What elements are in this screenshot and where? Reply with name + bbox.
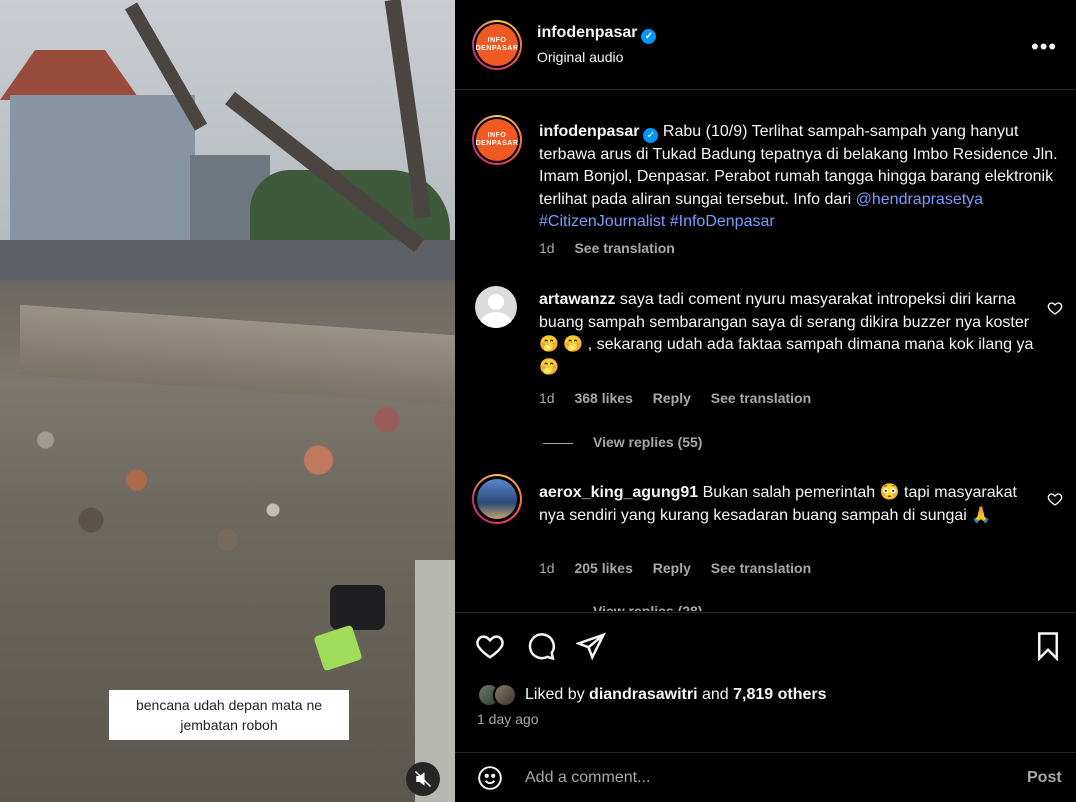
overlay-line-2: jembatan roboh — [180, 717, 278, 733]
comment-icon[interactable] — [526, 631, 556, 661]
comment-username[interactable]: aerox_king_agung91 — [539, 484, 698, 501]
comment-input[interactable] — [525, 767, 1005, 789]
see-translation-link[interactable]: See translation — [711, 390, 811, 406]
logo-text-bottom: DENPASAR — [475, 140, 519, 147]
video-debris — [0, 380, 455, 580]
emoji-icon[interactable] — [477, 765, 503, 791]
liked-by-user[interactable]: diandrasawitri — [589, 686, 697, 703]
logo-text-bottom: DENPASAR — [475, 45, 519, 52]
infodenpasar-logo: INFO DENPASAR — [476, 24, 518, 66]
logo-text-top: INFO — [487, 37, 507, 44]
speaker-muted-icon — [414, 770, 432, 788]
video-text-overlay: bencana udah depan mata ne jembatan robo… — [109, 690, 349, 740]
author-username-row: infodenpasar ✓ — [537, 24, 657, 44]
liked-by-and: and — [697, 686, 734, 703]
view-replies-button[interactable]: View replies (55) — [543, 434, 702, 450]
comment-body: aerox_king_agung91 Bukan salah pemerinta… — [539, 482, 1039, 527]
author-username[interactable]: infodenpasar — [537, 24, 637, 41]
post-header: INFO DENPASAR infodenpasar ✓ Original aud… — [455, 0, 1076, 90]
liker-avatar[interactable] — [493, 683, 517, 707]
post-time[interactable]: 1 day ago — [477, 711, 539, 727]
comment-meta: 1d 205 likes Reply See translation — [539, 560, 827, 576]
caption-time: 1d — [539, 240, 555, 256]
liked-by-prefix: Liked by — [525, 686, 590, 703]
view-replies-label: View replies (55) — [593, 434, 703, 450]
post-caption: infodenpasar ✓ Rabu (10/9) Terlihat sampa… — [539, 121, 1059, 234]
video-floating-bag — [330, 585, 385, 630]
verified-badge-icon: ✓ — [641, 29, 657, 44]
post-button[interactable]: Post — [1027, 769, 1062, 787]
liked-by-text: Liked by diandrasawitri and 7,819 others — [525, 686, 827, 704]
hashtag-link[interactable]: #CitizenJournalist — [539, 213, 665, 230]
heart-icon[interactable] — [475, 631, 505, 661]
post-panel: INFO DENPASAR infodenpasar ✓ Original aud… — [455, 0, 1076, 802]
share-icon[interactable] — [576, 631, 606, 661]
comment-likes[interactable]: 368 likes — [574, 390, 632, 406]
infodenpasar-logo: INFO DENPASAR — [476, 119, 518, 161]
more-options-icon[interactable]: ••• — [1031, 34, 1057, 60]
video-building — [10, 95, 195, 245]
see-translation-link[interactable]: See translation — [574, 240, 674, 256]
comment-meta: 1d 368 likes Reply See translation — [539, 390, 827, 406]
commenter-avatar[interactable] — [475, 286, 517, 328]
comment-body: artawanzz saya tadi coment nyuru masyara… — [539, 289, 1039, 379]
logo-text-top: INFO — [487, 132, 507, 139]
comment-likes[interactable]: 205 likes — [574, 560, 632, 576]
verified-badge-icon: ✓ — [643, 128, 659, 143]
comment-like-icon[interactable] — [1047, 300, 1063, 316]
hashtag-link[interactable]: #InfoDenpasar — [670, 213, 775, 230]
reply-button[interactable]: Reply — [653, 390, 691, 406]
comment-time: 1d — [539, 560, 555, 576]
post-actions: Liked by diandrasawitri and 7,819 others… — [455, 612, 1076, 752]
liked-by-others[interactable]: 7,819 others — [733, 686, 826, 703]
caption-author-avatar[interactable]: INFO DENPASAR — [472, 115, 522, 165]
author-avatar[interactable]: INFO DENPASAR — [472, 20, 522, 70]
overlay-line-1: bencana udah depan mata ne — [135, 697, 323, 713]
bookmark-icon[interactable] — [1033, 631, 1063, 661]
mention-link[interactable]: @hendraprasetya — [856, 191, 983, 208]
mute-button[interactable] — [406, 762, 440, 796]
liked-by-row: Liked by diandrasawitri and 7,819 others — [477, 683, 827, 707]
view-replies-button[interactable]: View replies (28) — [543, 603, 702, 611]
comment-like-icon[interactable] — [1047, 491, 1063, 507]
replies-line — [543, 442, 573, 444]
comment-username[interactable]: artawanzz — [539, 291, 615, 308]
view-replies-label: View replies (28) — [593, 603, 703, 611]
commenter-avatar[interactable] — [472, 474, 522, 524]
caption-meta: 1d See translation — [539, 240, 691, 256]
reply-button[interactable]: Reply — [653, 560, 691, 576]
reel-video[interactable]: bencana udah depan mata ne jembatan robo… — [0, 0, 455, 802]
original-audio-link[interactable]: Original audio — [537, 49, 623, 65]
comments-section[interactable]: INFO DENPASAR infodenpasar ✓ Rabu (10/9) … — [455, 91, 1076, 611]
caption-username[interactable]: infodenpasar — [539, 123, 639, 140]
see-translation-link[interactable]: See translation — [711, 560, 811, 576]
comment-time: 1d — [539, 390, 555, 406]
add-comment-bar: Post — [455, 752, 1076, 802]
